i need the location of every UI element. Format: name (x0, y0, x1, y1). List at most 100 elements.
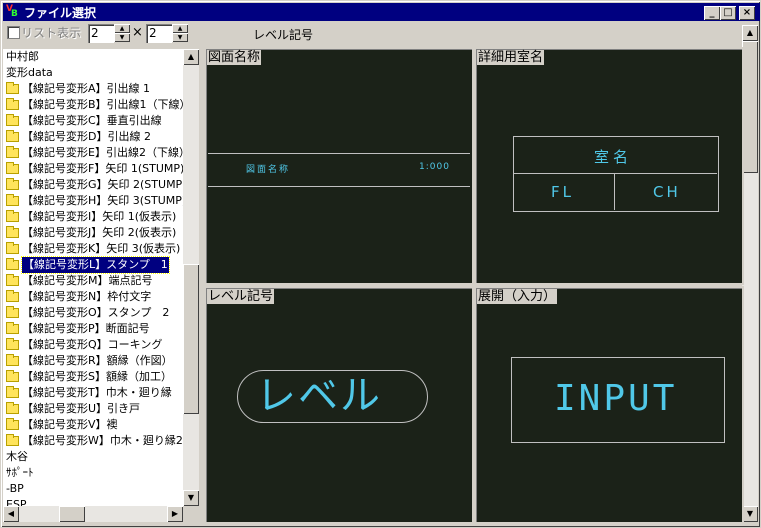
spin-up-icon[interactable]: ▲ (172, 24, 188, 33)
spin-down-icon[interactable]: ▼ (172, 33, 188, 42)
tree-item[interactable]: ｻﾎﾟｰﾄ (3, 465, 183, 481)
folder-icon (6, 114, 19, 126)
list-view-checkbox[interactable] (7, 26, 20, 39)
scroll-thumb[interactable] (183, 264, 199, 414)
scroll-down-icon[interactable]: ▼ (183, 490, 199, 506)
folder-icon (6, 354, 19, 366)
tree-item-label: 【線記号変形V】襖 (22, 418, 118, 431)
tree-item[interactable]: ESP (3, 497, 183, 506)
tree-folder-item[interactable]: 【線記号変形J】矢印 2(仮表示) (3, 225, 183, 241)
scroll-right-icon[interactable]: ▶ (167, 506, 183, 522)
tree-folder-item[interactable]: 【線記号変形V】襖 (3, 417, 183, 433)
times-sign: × (132, 25, 143, 40)
minimize-button[interactable]: _ (704, 6, 720, 20)
toolbar: リスト表示 2 ▲ ▼ × 2 ▲ ▼ レベル記号 (3, 22, 760, 46)
panel-title: レベル記号 (207, 289, 275, 304)
tree-folder-item[interactable]: 【線記号変形O】スタンプ 2 (3, 305, 183, 321)
folder-tree[interactable]: 中村郎 変形data 【線記号変形A】引出線 1 【線記号変形B】引出線1（下線） 【線… (3, 49, 183, 506)
preview-vertical-scrollbar[interactable]: ▲ ▼ (742, 25, 758, 522)
fl-text: FL (551, 183, 574, 201)
tree-folder-item[interactable]: 【線記号変形Q】コーキング (3, 337, 183, 353)
preview-panel-drawing-title[interactable]: 図面名称 図面名称 1:000 (204, 47, 474, 285)
tree-item-label: 木谷 (6, 450, 28, 463)
tree-folder-item[interactable]: 【線記号変形D】引出線 2 (3, 129, 183, 145)
tree-item-label: 【線記号変形W】巾木・廻り縁2 (22, 434, 183, 447)
tree-folder-item[interactable]: 【線記号変形A】引出線 1 (3, 81, 183, 97)
tree-item-label: 【線記号変形R】額縁（作図） (22, 354, 173, 367)
scroll-up-icon[interactable]: ▲ (183, 49, 199, 65)
panel-title: 展開（入力） (477, 289, 558, 304)
scroll-corner (183, 506, 199, 522)
window-title: ファイル選択 (24, 5, 97, 20)
tree-item-label: ｻﾎﾟｰﾄ (6, 466, 34, 479)
scroll-up-icon[interactable]: ▲ (742, 25, 758, 41)
tree-folder-item[interactable]: 【線記号変形C】垂直引出線 (3, 113, 183, 129)
tree-folder-item[interactable]: 【線記号変形P】断面記号 (3, 321, 183, 337)
tree-item-label: -BP (6, 482, 24, 495)
maximize-button[interactable]: □ (720, 6, 736, 20)
title-bar[interactable]: V B ファイル選択 _ □ × (3, 3, 760, 21)
folder-icon (6, 386, 19, 398)
folder-icon (6, 434, 19, 446)
tree-item-label: 【線記号変形G】矢印 2(STUMP) (22, 178, 183, 191)
tree-item-label: 【線記号変形J】矢印 2(仮表示) (22, 226, 177, 239)
tree-folder-item[interactable]: 【線記号変形G】矢印 2(STUMP) (3, 177, 183, 193)
tree-item-label: ESP (6, 498, 27, 506)
tree-item-label: 【線記号変形U】引き戸 (22, 402, 141, 415)
tree-folder-item[interactable]: 【線記号変形N】枠付文字 (3, 289, 183, 305)
tree-item[interactable]: -BP (3, 481, 183, 497)
current-symbol-label: レベル記号 (253, 28, 314, 42)
tree-item[interactable]: 木谷 (3, 449, 183, 465)
tree-folder-item[interactable]: 【線記号変形W】巾木・廻り縁2 (3, 433, 183, 449)
tree-item-label: 【線記号変形M】端点記号 (22, 274, 153, 287)
hscroll-thumb[interactable] (59, 506, 85, 522)
tree-item-label: 【線記号変形P】断面記号 (22, 322, 150, 335)
tree-vertical-scrollbar[interactable]: ▲ ▼ (183, 49, 199, 506)
preview-panel-elevation-input[interactable]: 展開（入力） INPUT (474, 286, 744, 524)
folder-icon (6, 210, 19, 222)
tree-folder-item[interactable]: 【線記号変形H】矢印 3(STUMP) (3, 193, 183, 209)
columns-spin-input[interactable]: 2 (88, 24, 114, 43)
app-icon: V B (6, 4, 18, 19)
folder-icon (6, 194, 19, 206)
tree-folder-item[interactable]: 【線記号変形L】スタンプ 1 (3, 256, 183, 274)
tree-item[interactable]: 変形data (3, 65, 183, 81)
tree-horizontal-scrollbar[interactable]: ◀ ▶ (3, 506, 183, 522)
tree-folder-item[interactable]: 【線記号変形S】額縁（加工） (3, 369, 183, 385)
rows-spin-buttons[interactable]: ▲ ▼ (172, 24, 188, 43)
tree-folder-item[interactable]: 【線記号変形K】矢印 3(仮表示) (3, 241, 183, 257)
folder-icon (6, 146, 19, 158)
folder-icon (6, 162, 19, 174)
tree-folder-item[interactable]: 【線記号変形U】引き戸 (3, 401, 183, 417)
tree-item-label: 【線記号変形K】矢印 3(仮表示) (22, 242, 181, 255)
folder-icon (6, 82, 19, 94)
tree-item-label: 【線記号変形N】枠付文字 (22, 290, 152, 303)
input-text: INPUT (554, 378, 678, 419)
tree-item-label: 【線記号変形A】引出線 1 (22, 82, 151, 95)
preview-panel-level-symbol[interactable]: レベル記号 レベル (204, 286, 474, 524)
scroll-down-icon[interactable]: ▼ (742, 506, 758, 522)
level-text: レベル (256, 373, 382, 419)
tree-item[interactable]: 中村郎 (3, 49, 183, 65)
tree-folder-item[interactable]: 【線記号変形I】矢印 1(仮表示) (3, 209, 183, 225)
close-button[interactable]: × (739, 6, 755, 20)
tree-folder-item[interactable]: 【線記号変形R】額縁（作図） (3, 353, 183, 369)
tree-folder-item[interactable]: 【線記号変形T】巾木・廻り縁 (3, 385, 183, 401)
folder-icon (6, 258, 19, 270)
scale-text: 1:000 (419, 162, 450, 172)
tree-folder-item[interactable]: 【線記号変形M】端点記号 (3, 273, 183, 289)
columns-spin-buttons[interactable]: ▲ ▼ (114, 24, 130, 43)
tree-folder-item[interactable]: 【線記号変形F】矢印 1(STUMP) (3, 161, 183, 177)
tree-item-label: 【線記号変形B】引出線1（下線） (22, 98, 183, 111)
folder-icon (6, 290, 19, 302)
scroll-left-icon[interactable]: ◀ (3, 506, 19, 522)
folder-icon (6, 226, 19, 238)
tree-folder-item[interactable]: 【線記号変形B】引出線1（下線） (3, 97, 183, 113)
rows-spin-input[interactable]: 2 (146, 24, 172, 43)
tree-folder-item[interactable]: 【線記号変形E】引出線2（下線） (3, 145, 183, 161)
spin-down-icon[interactable]: ▼ (114, 33, 130, 42)
folder-icon (6, 402, 19, 414)
spin-up-icon[interactable]: ▲ (114, 24, 130, 33)
preview-panel-room-name[interactable]: 詳細用室名 室名 FL CH (474, 47, 744, 285)
scroll-thumb[interactable] (742, 41, 758, 173)
